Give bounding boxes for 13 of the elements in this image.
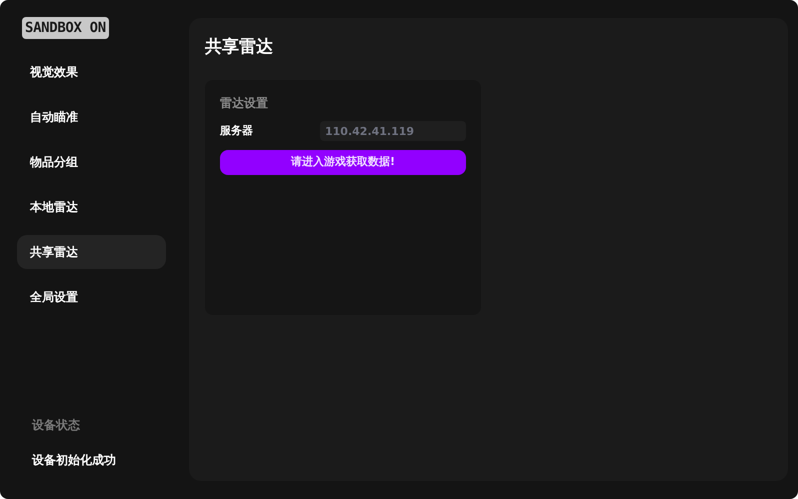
nav-item[interactable]: 本地雷达	[17, 190, 166, 224]
fetch-data-button[interactable]: 请进入游戏获取数据!	[220, 150, 466, 175]
card-title: 雷达设置	[220, 95, 269, 112]
nav-item[interactable]: 共享雷达	[17, 235, 166, 269]
nav-item[interactable]: 视觉效果	[17, 55, 166, 89]
status-message: 设备初始化成功	[32, 452, 117, 469]
nav-item[interactable]: 物品分组	[17, 145, 166, 179]
logo: SANDBOX ON	[22, 17, 109, 39]
nav-item[interactable]: 自动瞄准	[17, 100, 166, 134]
field-label: 服务器	[220, 122, 253, 139]
status-title: 设备状态	[32, 417, 81, 434]
page-title: 共享雷达	[205, 36, 274, 59]
nav-item[interactable]: 全局设置	[17, 280, 166, 314]
